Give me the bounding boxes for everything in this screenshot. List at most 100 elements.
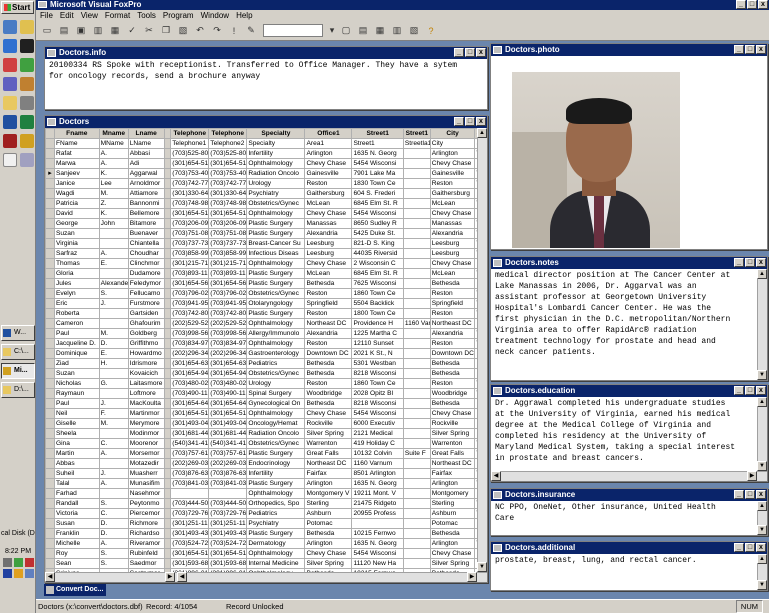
table-cell[interactable]: John [98, 218, 129, 229]
table-cell[interactable] [402, 518, 431, 529]
table-cell[interactable]: S. [98, 288, 129, 299]
table-cell[interactable]: Leesburg [304, 248, 353, 259]
table-cell[interactable] [163, 418, 172, 429]
table-cell[interactable] [402, 148, 431, 159]
table-cell[interactable]: Motazedir [127, 458, 165, 469]
table-cell[interactable]: (301)215-71 [170, 258, 210, 269]
table-cell[interactable]: Ophthalmology [246, 208, 306, 219]
table-cell[interactable]: 5454 Wisconsi [351, 408, 404, 419]
table-cell[interactable]: City [429, 138, 476, 149]
table-cell[interactable]: (301)251-11 [170, 518, 210, 529]
table-cell[interactable]: (703)751-08 [208, 228, 248, 239]
table-cell[interactable]: (301)654-56 [170, 278, 210, 289]
table-cell[interactable]: Gynecological On [246, 398, 306, 409]
table-cell[interactable]: LName [127, 138, 165, 149]
table-cell[interactable]: 2028 Opitz Bl [351, 388, 404, 399]
table-cell[interactable] [402, 398, 431, 409]
table-cell[interactable]: Pediatrics [246, 508, 306, 519]
table-cell[interactable]: Ophthalmology [246, 158, 306, 169]
table-cell[interactable]: (301)330-64 [208, 188, 248, 199]
table-cell[interactable]: Reston [429, 308, 476, 319]
table-cell[interactable]: Reston [429, 288, 476, 299]
table-cell[interactable] [163, 528, 172, 539]
table-cell[interactable]: Dermatology [246, 538, 306, 549]
table-cell[interactable] [163, 238, 172, 249]
grid-vertical-scrollbar[interactable]: ▲ ▼ [477, 128, 487, 572]
table-cell[interactable]: Rafat [53, 148, 100, 159]
close-icon[interactable]: x [758, 0, 768, 9]
table-cell[interactable]: (301)654-56 [208, 278, 248, 289]
form-icon[interactable]: ▦ [372, 22, 388, 39]
table-cell[interactable]: 7625 Wisconsi [351, 278, 404, 289]
table-cell[interactable]: Sterling [304, 498, 353, 509]
table-cell[interactable]: Peytonmo [127, 498, 165, 509]
table-cell[interactable]: (202)296-34 [170, 348, 210, 359]
table-cell[interactable] [402, 368, 431, 379]
menu-file[interactable]: File [40, 10, 53, 21]
record-selector[interactable] [45, 478, 55, 489]
table-cell[interactable]: Chevy Chase [429, 408, 476, 419]
table-cell[interactable] [402, 238, 431, 249]
record-selector[interactable] [45, 428, 55, 439]
table-cell[interactable]: Wagdi [53, 188, 100, 199]
language-icon[interactable] [3, 569, 12, 578]
table-cell[interactable]: Chevy Chase [304, 258, 353, 269]
table-cell[interactable]: (301)654-51 [208, 548, 248, 559]
table-cell[interactable]: (301)681-44 [208, 428, 248, 439]
table-cell[interactable]: C. [98, 438, 129, 449]
table-cell[interactable] [402, 158, 431, 169]
table-cell[interactable]: A. [98, 538, 129, 549]
table-cell[interactable]: (703)858-99 [208, 248, 248, 259]
record-selector[interactable] [45, 148, 55, 159]
table-row[interactable]: Martin A. Morsemor (703)757-61 (703)757-61 Pl… [45, 448, 477, 459]
maximize-icon[interactable]: □ [745, 490, 755, 499]
table-cell[interactable] [402, 328, 431, 339]
table-cell[interactable]: (703)742-80 [208, 308, 248, 319]
table-cell[interactable]: Ophthalmology [246, 318, 306, 329]
table-cell[interactable]: Franklin [53, 528, 100, 539]
table-row[interactable]: Abbas Motazedir (202)269-03 (202)269-03 Endo… [45, 458, 477, 469]
minimize-icon[interactable]: _ [734, 490, 744, 499]
table-row[interactable]: Suzan Buenaver (703)751-08 (703)751-08 Plast… [45, 228, 477, 239]
table-cell[interactable]: Leesburg [429, 238, 476, 249]
table-cell[interactable]: Reston [304, 308, 353, 319]
minimize-icon[interactable]: _ [454, 117, 464, 126]
maximize-icon[interactable]: □ [745, 258, 755, 267]
table-cell[interactable]: Silver Spring [304, 428, 353, 439]
table-row[interactable]: Sheela Modinmor (301)681-44 (301)681-44 Radi… [45, 428, 477, 439]
table-cell[interactable]: (301)654-51 [170, 408, 210, 419]
maximize-icon[interactable]: □ [745, 45, 755, 54]
table-cell[interactable]: (202)269-03 [208, 458, 248, 469]
menu-program[interactable]: Program [163, 10, 194, 21]
table-row[interactable]: Giselle M. Merymore (301)493-04 (301)493-04 O… [45, 418, 477, 429]
table-cell[interactable]: 5504 Backlick [351, 298, 404, 309]
table-cell[interactable]: Orthopedics, Spo [246, 498, 306, 509]
table-cell[interactable] [402, 198, 431, 209]
table-cell[interactable]: Bethesda [429, 278, 476, 289]
table-cell[interactable] [163, 558, 172, 569]
column-header[interactable]: Lname [127, 128, 165, 139]
close-icon[interactable]: x [476, 117, 486, 126]
record-selector[interactable] [45, 518, 55, 529]
table-cell[interactable]: (301)593-68 [170, 558, 210, 569]
table-cell[interactable]: S. [98, 548, 129, 559]
table-cell[interactable]: (703)941-95 [170, 298, 210, 309]
table-cell[interactable]: Talal [53, 478, 100, 489]
table-cell[interactable] [163, 458, 172, 469]
table-cell[interactable]: 5454 Wisconsi [351, 158, 404, 169]
table-row[interactable]: Dominique E. Howardmo (202)296-34 (202)296-3… [45, 348, 477, 359]
table-cell[interactable]: Roberta [53, 308, 100, 319]
table-cell[interactable] [163, 258, 172, 269]
table-cell[interactable]: 19211 Mont. V [351, 488, 404, 499]
record-selector[interactable] [45, 498, 55, 509]
table-cell[interactable]: Silver Spring [429, 428, 476, 439]
table-cell[interactable]: (301)330-64 [170, 188, 210, 199]
table-cell[interactable] [163, 488, 172, 499]
column-header[interactable] [163, 128, 172, 139]
table-cell[interactable]: Ashburn [429, 508, 476, 519]
table-cell[interactable] [163, 358, 172, 369]
table-cell[interactable] [402, 348, 431, 359]
insurance-vertical-scrollbar[interactable]: ▲ ▼ [757, 501, 767, 535]
table-cell[interactable]: (703)841-03 [208, 478, 248, 489]
table-cell[interactable] [402, 288, 431, 299]
